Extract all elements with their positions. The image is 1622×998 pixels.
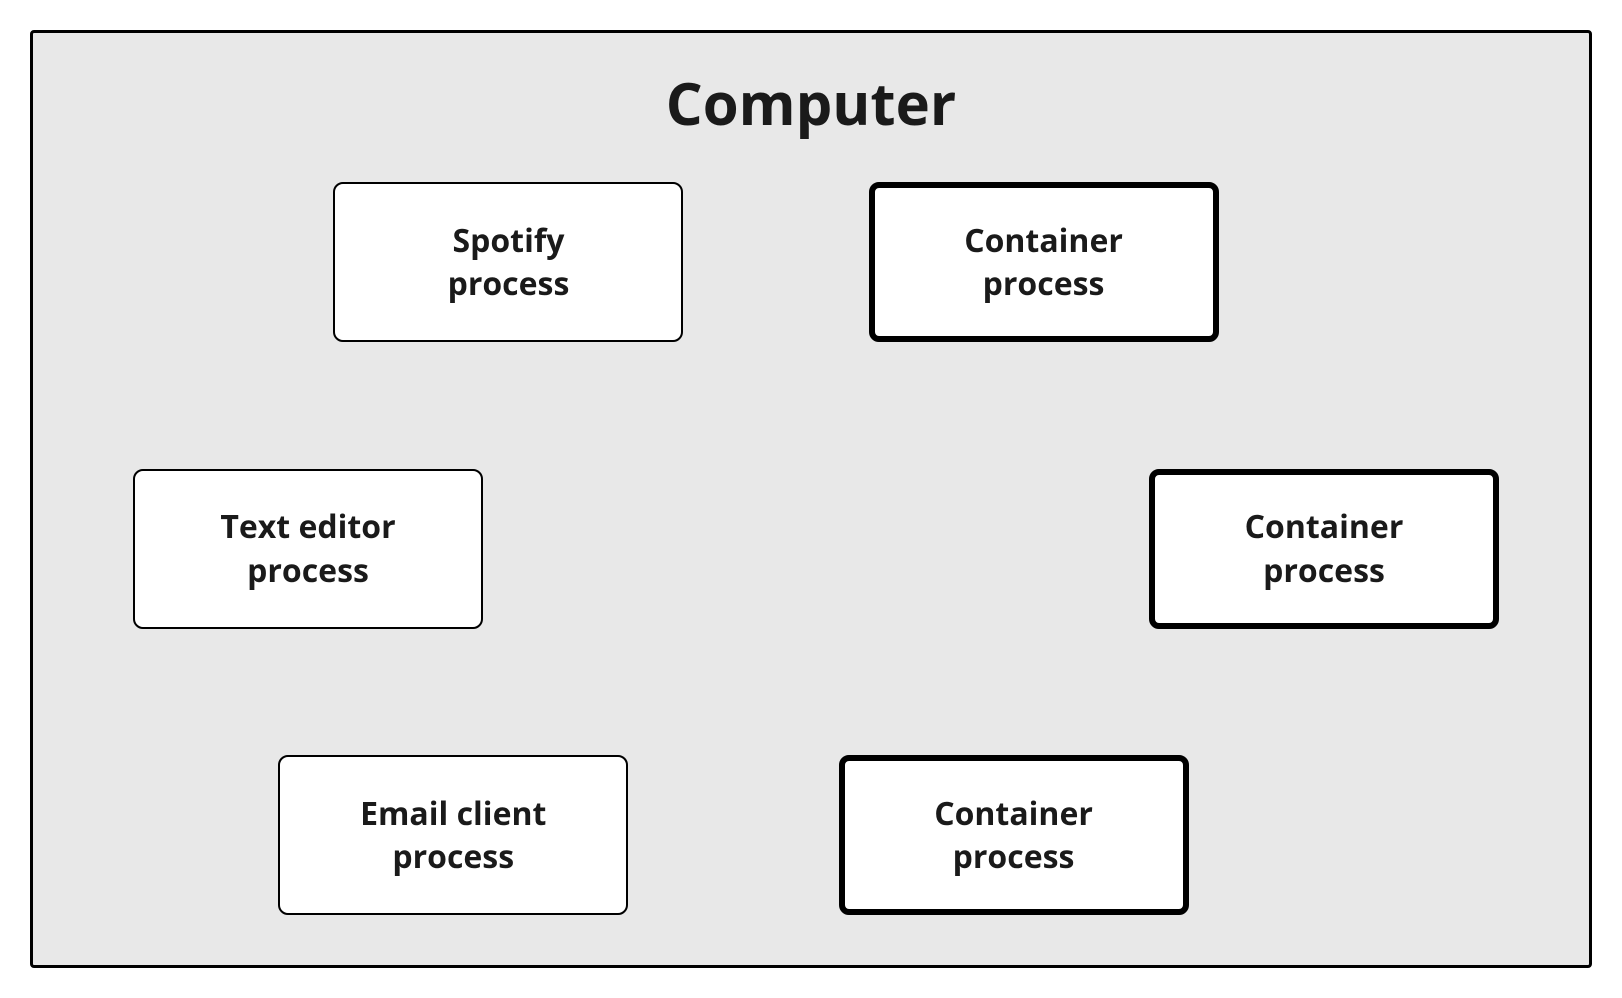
- process-label: Text editorprocess: [220, 505, 395, 591]
- computer-container: Computer Spotifyprocess Text editorproce…: [30, 30, 1592, 968]
- left-column: Spotifyprocess Text editorprocess Email …: [123, 182, 783, 915]
- process-box-container-2: Containerprocess: [1149, 469, 1499, 629]
- process-label: Containerprocess: [934, 792, 1093, 878]
- process-label: Containerprocess: [1245, 505, 1404, 591]
- processes-area: Spotifyprocess Text editorprocess Email …: [123, 182, 1499, 915]
- diagram-title: Computer: [123, 63, 1499, 142]
- process-box-container-1: Containerprocess: [869, 182, 1219, 342]
- process-box-email-client: Email clientprocess: [278, 755, 628, 915]
- process-box-spotify: Spotifyprocess: [333, 182, 683, 342]
- process-box-container-3: Containerprocess: [839, 755, 1189, 915]
- process-label: Containerprocess: [964, 219, 1123, 305]
- process-label: Spotifyprocess: [448, 219, 570, 305]
- process-label: Email clientprocess: [360, 792, 546, 878]
- right-column: Containerprocess Containerprocess Contai…: [839, 182, 1499, 915]
- process-box-text-editor: Text editorprocess: [133, 469, 483, 629]
